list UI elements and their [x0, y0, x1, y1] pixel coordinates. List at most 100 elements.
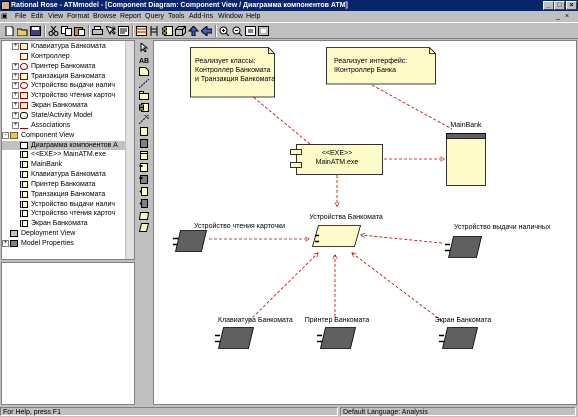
browse-class-diagram-icon[interactable] [136, 26, 147, 36]
browser-scrollbar[interactable] [125, 41, 134, 259]
tree-item[interactable]: + State/Activity Model [2, 111, 127, 120]
task-body-icon[interactable] [139, 199, 149, 208]
tree-item[interactable]: Клавиатура Банкомата [2, 170, 127, 179]
tree-item[interactable]: MainBank [2, 160, 127, 169]
tree-item[interactable]: + Клавиатура Банкомата [2, 42, 127, 51]
expand-icon[interactable]: + [12, 111, 19, 119]
documentation-pane[interactable] [1, 262, 135, 405]
component-mainbank[interactable]: MainBank [446, 122, 486, 186]
copy-icon[interactable] [61, 26, 72, 36]
browse-component-diagram-icon[interactable] [162, 26, 173, 36]
maximize-button[interactable]: □ [554, 1, 565, 10]
save-icon[interactable] [30, 26, 41, 36]
menu-add-ins[interactable]: Add-Ins [189, 11, 213, 22]
minimize-button[interactable]: _ [543, 1, 554, 10]
subsystem-keyboard[interactable]: Клавиатура Банкомата [215, 317, 293, 349]
tree-item[interactable]: Экран Банкомата [2, 219, 127, 228]
zoom-in-icon[interactable] [219, 26, 230, 36]
menu-report[interactable]: Report [120, 11, 141, 22]
tree-item[interactable]: Устройство выдачи налич [2, 200, 127, 209]
browse-interaction-diagram-icon[interactable] [149, 26, 160, 36]
browse-deployment-diagram-icon[interactable] [175, 26, 186, 36]
mdi-doc-icon[interactable]: ▣ [1, 11, 8, 22]
task-spec-icon[interactable] [139, 187, 149, 196]
cut-icon[interactable] [48, 26, 59, 36]
tree-item[interactable]: Диаграмма компонентов А [2, 140, 127, 150]
menu-help[interactable]: Help [246, 11, 260, 22]
expand-icon[interactable]: + [12, 102, 19, 110]
text-box-icon[interactable]: ABC [139, 55, 149, 64]
tree-item[interactable]: + Model Properties [2, 239, 127, 248]
mdi-minimize-button[interactable]: _ [556, 11, 560, 22]
tree-item[interactable]: + Associations [2, 121, 127, 130]
note-anchor-1[interactable] [245, 90, 317, 150]
tree-item[interactable]: Deployment View [2, 229, 127, 238]
tree-item[interactable]: Принтер Банкомата [2, 180, 127, 189]
browse-parent-icon[interactable] [188, 26, 199, 36]
expand-icon[interactable]: + [12, 43, 19, 50]
zoom-out-icon[interactable] [232, 26, 243, 36]
subprogram-body-icon[interactable] [139, 139, 149, 148]
browse-previous-icon[interactable] [201, 26, 212, 36]
tree-item[interactable]: - Component View [2, 131, 127, 140]
tree-item[interactable]: <<EXE>> MainATM.exe [2, 150, 127, 159]
expand-icon[interactable]: + [12, 62, 19, 70]
fit-in-window-icon[interactable] [245, 26, 256, 36]
menu-tools[interactable]: Tools [168, 11, 184, 22]
menu-view[interactable]: View [48, 11, 63, 22]
open-folder-icon[interactable] [17, 26, 28, 36]
collapse-icon[interactable]: - [2, 131, 9, 139]
package-spec-icon[interactable] [139, 163, 149, 172]
undo-fit-icon[interactable] [258, 26, 269, 36]
tree-item[interactable]: + Устройство выдачи налич [2, 81, 127, 90]
note-anchor-2[interactable] [371, 84, 453, 130]
generic-package-icon[interactable] [139, 211, 149, 220]
print-icon[interactable] [92, 26, 103, 36]
menu-file[interactable]: File [15, 11, 26, 22]
expand-icon[interactable]: + [2, 240, 9, 247]
dependency-cash-to-devices[interactable] [361, 235, 443, 244]
note-icon[interactable] [139, 67, 149, 76]
subsystem-icon[interactable] [139, 223, 149, 232]
view-docs-icon[interactable] [118, 26, 129, 36]
tree-item[interactable]: + Устройство чтения карточ [2, 91, 127, 100]
expand-icon[interactable]: + [12, 82, 19, 90]
menu-format[interactable]: Format [67, 11, 89, 22]
tree-item[interactable]: + Экран Банкомата [2, 101, 127, 110]
tree-item[interactable]: + Принтер Банкомата [2, 62, 127, 71]
dependency-keyboard-to-devices[interactable] [248, 253, 318, 322]
anchor-note-icon[interactable] [139, 79, 149, 88]
menu-browse[interactable]: Browse [93, 11, 116, 22]
new-file-icon[interactable] [4, 26, 15, 36]
subsystem-cash-dispenser[interactable]: Устройство выдачи наличных [445, 223, 551, 258]
subsystem-card-reader[interactable]: Устройство чтения карточки [173, 222, 285, 252]
mdi-close-button[interactable]: × [565, 11, 569, 22]
menu-window[interactable]: Window [218, 11, 243, 22]
expand-icon[interactable]: + [12, 92, 19, 100]
close-button[interactable]: × [566, 1, 577, 10]
tree-item[interactable]: Устройство чтения карточ [2, 209, 127, 218]
expand-icon[interactable]: + [12, 72, 19, 80]
component-diagram-canvas[interactable]: Реализует классы: Контроллер Банкомата и… [153, 40, 577, 405]
tree-item[interactable]: + Транзакция Банкомата [2, 72, 127, 81]
subprogram-spec-icon[interactable] [139, 127, 149, 136]
subsystem-printer[interactable]: Принтер Банкомата [305, 317, 370, 349]
package-icon[interactable] [139, 91, 149, 100]
main-program-icon[interactable] [139, 151, 149, 160]
dependency-tool-icon[interactable] [139, 115, 149, 124]
selection-arrow-icon[interactable] [139, 43, 149, 52]
dependency-screen-to-devices[interactable] [352, 253, 443, 322]
note-interface[interactable]: Реализует интерфейс: IКонтроллер Банка [326, 47, 436, 85]
component-tool-icon[interactable] [139, 103, 149, 112]
subsystem-atm-devices[interactable]: Устройства Банкомата [309, 213, 383, 247]
component-mainatm-exe[interactable]: <<EXE>> MainATM.exe [290, 144, 383, 175]
note-classes[interactable]: Реализует классы: Контроллер Банкомата и… [190, 47, 276, 98]
package-body-icon[interactable] [139, 175, 149, 184]
menu-query[interactable]: Query [145, 11, 164, 22]
context-help-icon[interactable]: ? [105, 26, 116, 36]
tree-item[interactable]: Транзакция Банкомата [2, 190, 127, 199]
expand-icon[interactable]: + [12, 121, 19, 129]
subsystem-screen[interactable]: Экран Банкомата [435, 317, 492, 349]
menu-edit[interactable]: Edit [31, 11, 43, 22]
tree-item[interactable]: Контроллер [2, 52, 127, 61]
